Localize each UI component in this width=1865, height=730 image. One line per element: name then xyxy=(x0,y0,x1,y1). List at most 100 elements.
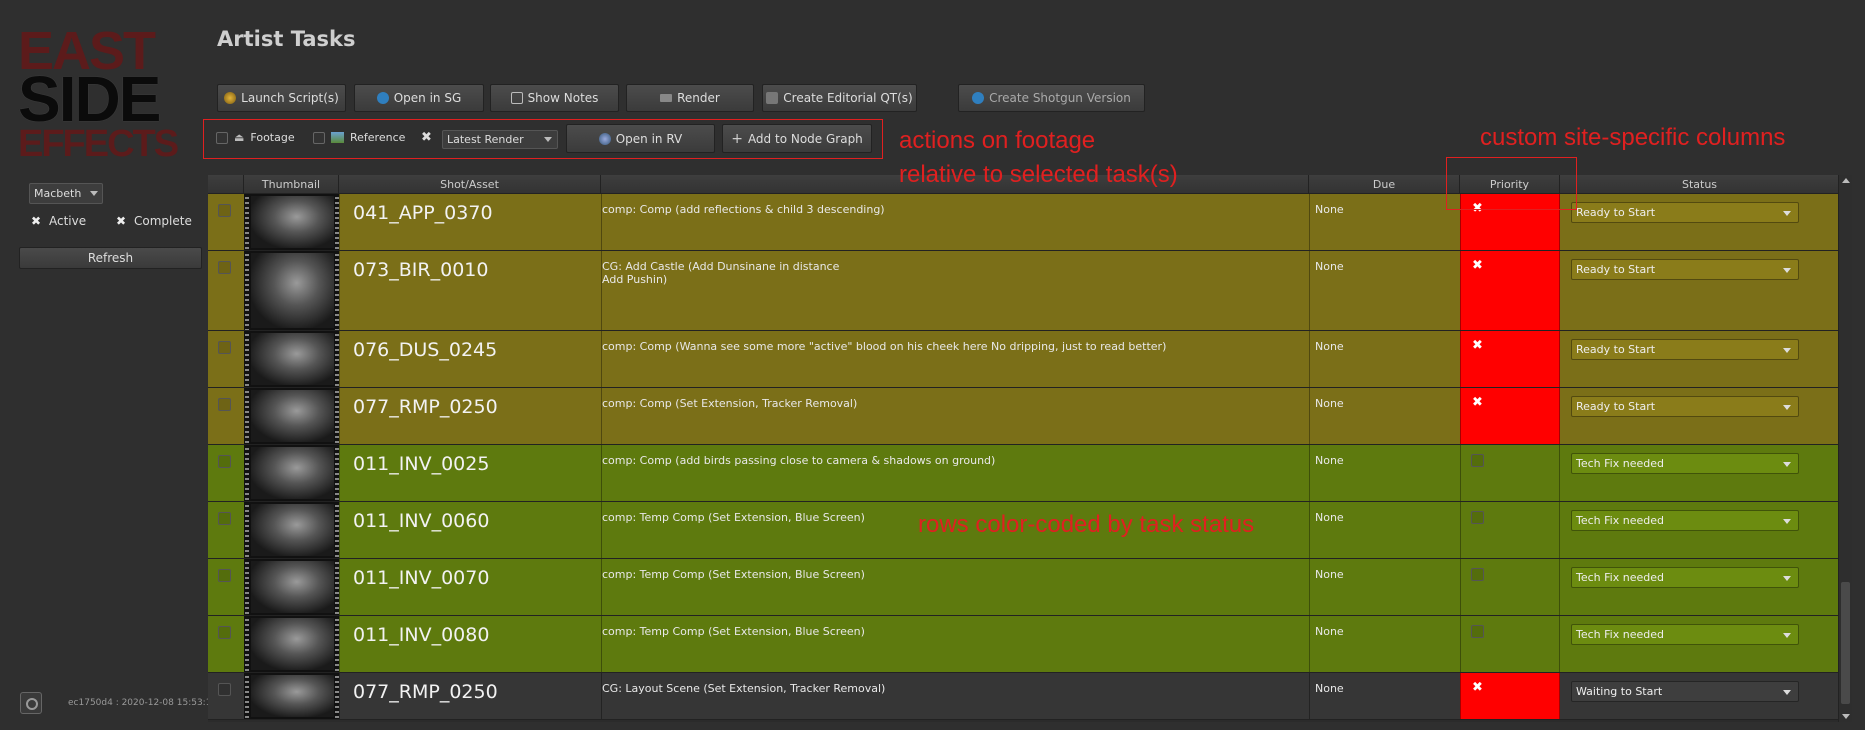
open-in-rv-button[interactable]: Open in RV xyxy=(566,124,715,153)
priority-cell[interactable]: ✖ xyxy=(1460,331,1560,387)
row-select-checkbox[interactable] xyxy=(218,569,231,582)
active-filter-checkbox[interactable]: ✖ Active xyxy=(31,214,86,228)
row-select-checkbox[interactable] xyxy=(218,341,231,354)
priority-cell[interactable] xyxy=(1460,445,1560,501)
header-due[interactable]: Due xyxy=(1309,175,1460,194)
shot-asset-name: 011_INV_0080 xyxy=(353,624,490,646)
vertical-scrollbar[interactable] xyxy=(1838,175,1852,722)
status-value: Tech Fix needed xyxy=(1576,628,1664,641)
priority-cell[interactable]: ✖ xyxy=(1460,251,1560,330)
shot-thumbnail xyxy=(244,673,339,719)
row-select-checkbox[interactable] xyxy=(218,261,231,274)
status-dropdown[interactable]: Tech Fix needed xyxy=(1571,624,1799,645)
task-description: comp: Comp (Set Extension, Tracker Remov… xyxy=(602,397,858,410)
create-shotgun-version-label: Create Shotgun Version xyxy=(989,91,1131,105)
nuke-icon xyxy=(224,92,237,104)
shot-asset-name: 073_BIR_0010 xyxy=(353,259,489,281)
task-description: CG: Add Castle (Add Dunsinane in distanc… xyxy=(602,260,840,286)
row-select-checkbox[interactable] xyxy=(218,455,231,468)
create-editorial-qt-label: Create Editorial QT(s) xyxy=(783,91,913,105)
footage-checkbox[interactable]: ⏏ Footage xyxy=(216,131,295,144)
project-dropdown-value: Macbeth xyxy=(34,187,82,200)
priority-checkbox[interactable] xyxy=(1471,625,1484,638)
status-dropdown[interactable]: Waiting to Start xyxy=(1571,681,1799,702)
shot-asset-name: 076_DUS_0245 xyxy=(353,339,498,361)
table-row[interactable]: 041_APP_0370 comp: Comp (add reflections … xyxy=(208,194,1839,251)
scroll-up-arrow-icon[interactable] xyxy=(1842,178,1850,183)
status-dropdown[interactable]: Tech Fix needed xyxy=(1571,453,1799,474)
scroll-down-arrow-icon[interactable] xyxy=(1842,714,1850,719)
shot-thumbnail xyxy=(244,251,339,330)
table-row[interactable]: 077_RMP_0250 CG: Layout Scene (Set Extens… xyxy=(208,673,1839,720)
row-select-checkbox[interactable] xyxy=(218,626,231,639)
scrollbar-thumb[interactable] xyxy=(1841,582,1850,704)
project-dropdown[interactable]: Macbeth xyxy=(29,183,103,204)
complete-filter-checkbox[interactable]: ✖ Complete xyxy=(116,214,192,228)
priority-checkbox[interactable] xyxy=(1471,511,1484,524)
table-row[interactable]: 077_RMP_0250 comp: Comp (Set Extension, T… xyxy=(208,388,1839,445)
show-notes-label: Show Notes xyxy=(527,91,599,105)
priority-cell[interactable] xyxy=(1460,559,1560,615)
refresh-button[interactable]: Refresh xyxy=(19,247,202,269)
create-shotgun-version-button[interactable]: Create Shotgun Version xyxy=(958,84,1145,112)
clear-x-icon[interactable]: ✖ xyxy=(421,130,432,145)
table-row[interactable]: 011_INV_0080 comp: Temp Comp (Set Extensi… xyxy=(208,616,1839,673)
chevron-down-icon xyxy=(1783,462,1791,467)
priority-cell[interactable] xyxy=(1460,616,1560,672)
priority-checked-x-icon[interactable]: ✖ xyxy=(1472,395,1483,410)
status-dropdown[interactable]: Ready to Start xyxy=(1571,202,1799,223)
priority-checkbox[interactable] xyxy=(1471,568,1484,581)
status-dropdown[interactable]: Tech Fix needed xyxy=(1571,567,1799,588)
task-description: comp: Comp (add reflections & child 3 de… xyxy=(602,203,885,216)
shot-asset-name: 077_RMP_0250 xyxy=(353,396,498,418)
status-dropdown[interactable]: Ready to Start xyxy=(1571,339,1799,360)
row-select-checkbox[interactable] xyxy=(218,512,231,525)
chevron-down-icon xyxy=(1783,690,1791,695)
due-date: None xyxy=(1315,682,1344,695)
table-row[interactable]: 076_DUS_0245 comp: Comp (Wanna see some m… xyxy=(208,331,1839,388)
complete-filter-label: Complete xyxy=(134,214,192,228)
render-version-dropdown[interactable]: Latest Render xyxy=(442,130,558,149)
row-select-checkbox[interactable] xyxy=(218,683,231,696)
create-editorial-qt-button[interactable]: Create Editorial QT(s) xyxy=(762,84,917,112)
image-icon xyxy=(331,132,344,143)
priority-checked-x-icon[interactable]: ✖ xyxy=(1472,258,1483,273)
row-select-checkbox[interactable] xyxy=(218,398,231,411)
open-in-sg-label: Open in SG xyxy=(393,91,462,105)
add-to-node-graph-button[interactable]: + Add to Node Graph xyxy=(722,124,872,153)
priority-cell[interactable]: ✖ xyxy=(1460,388,1560,444)
table-row[interactable]: 073_BIR_0010 CG: Add Castle (Add Dunsinan… xyxy=(208,251,1839,331)
settings-gear-icon[interactable] xyxy=(20,692,42,714)
add-to-node-graph-label: Add to Node Graph xyxy=(747,131,863,146)
task-description: comp: Temp Comp (Set Extension, Blue Scr… xyxy=(602,625,865,638)
table-row[interactable]: 011_INV_0070 comp: Temp Comp (Set Extensi… xyxy=(208,559,1839,616)
header-thumbnail[interactable]: Thumbnail xyxy=(244,175,339,194)
annotation-columns: custom site-specific columns xyxy=(1480,124,1786,151)
shot-thumbnail xyxy=(244,331,339,387)
launch-scripts-label: Launch Script(s) xyxy=(241,91,339,105)
render-button[interactable]: Render xyxy=(626,84,754,112)
logo-line-2: SIDE xyxy=(18,63,161,135)
row-select-checkbox[interactable] xyxy=(218,204,231,217)
due-date: None xyxy=(1315,568,1344,581)
reference-checkbox[interactable]: Reference xyxy=(313,131,405,144)
chevron-down-icon xyxy=(1783,348,1791,353)
active-filter-label: Active xyxy=(49,214,87,228)
status-dropdown[interactable]: Ready to Start xyxy=(1571,259,1799,280)
status-value: Tech Fix needed xyxy=(1576,457,1664,470)
launch-scripts-button[interactable]: Launch Script(s) xyxy=(217,84,346,112)
annotation-rows: rows color-coded by task status xyxy=(918,511,1255,538)
priority-cell[interactable] xyxy=(1460,502,1560,558)
open-in-sg-button[interactable]: Open in SG xyxy=(354,84,484,112)
status-dropdown[interactable]: Ready to Start xyxy=(1571,396,1799,417)
header-shot-asset[interactable]: Shot/Asset xyxy=(339,175,601,194)
priority-checked-x-icon[interactable]: ✖ xyxy=(1472,680,1483,695)
status-dropdown[interactable]: Tech Fix needed xyxy=(1571,510,1799,531)
table-row[interactable]: 011_INV_0025 comp: Comp (add birds passin… xyxy=(208,445,1839,502)
priority-cell[interactable]: ✖ xyxy=(1460,673,1560,719)
chevron-down-icon xyxy=(1783,405,1791,410)
priority-checked-x-icon[interactable]: ✖ xyxy=(1472,338,1483,353)
show-notes-button[interactable]: Show Notes xyxy=(490,84,619,112)
priority-checkbox[interactable] xyxy=(1471,454,1484,467)
header-status[interactable]: Status xyxy=(1560,175,1839,194)
